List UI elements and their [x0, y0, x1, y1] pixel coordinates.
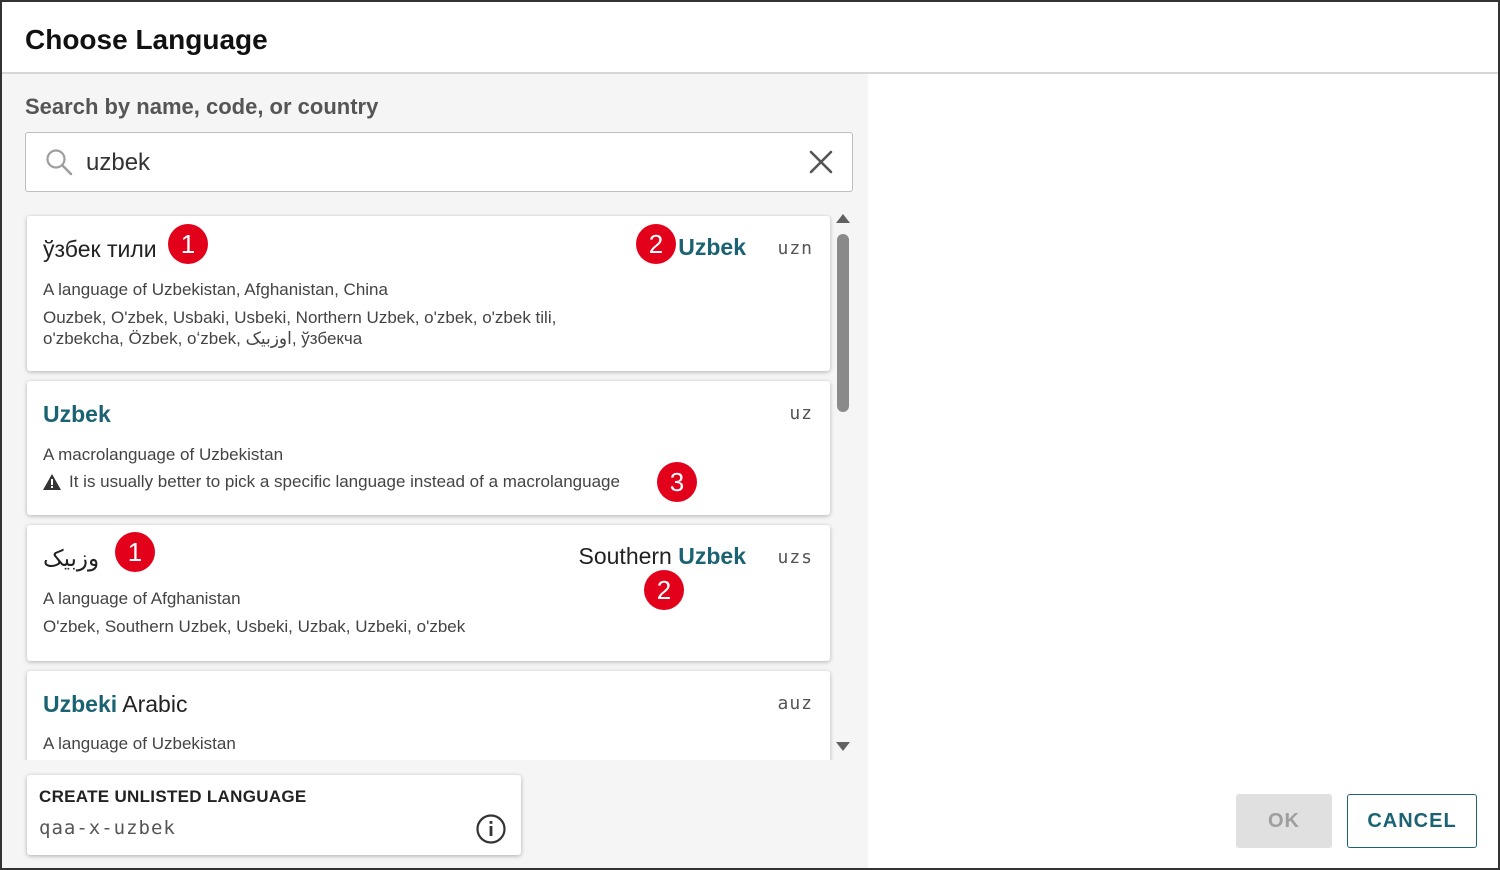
- choose-language-dialog: Choose Language Search by name, code, or…: [0, 0, 1500, 870]
- unlisted-label: CREATE UNLISTED LANGUAGE: [39, 787, 307, 806]
- native-name-suffix: Arabic: [117, 691, 188, 717]
- language-card-uzn[interactable]: ўзбек тили Uzbek uzn A language of Uzbek…: [27, 216, 830, 371]
- annotation-badge: 3: [657, 462, 697, 502]
- scroll-thumb[interactable]: [837, 234, 849, 412]
- native-name: Uzbek: [43, 401, 111, 427]
- annotation-badge: 2: [644, 570, 684, 610]
- search-label: Search by name, code, or country: [25, 94, 379, 119]
- search-input[interactable]: [86, 143, 786, 183]
- language-description: A language of Uzbekistan, Afghanistan, C…: [43, 280, 388, 299]
- alternate-names: Ouzbek, O'zbek, Usbaki, Usbeki, Northern…: [43, 308, 557, 348]
- info-icon[interactable]: [475, 813, 507, 845]
- search-panel: Search by name, code, or country ўзбек т…: [2, 74, 868, 868]
- language-card-uz[interactable]: Uzbek uz A macrolanguage of Uzbekistan I…: [27, 381, 830, 515]
- macrolanguage-warning: It is usually better to pick a specific …: [43, 472, 620, 492]
- language-card-auz[interactable]: Uzbeki Arabic auz A language of Uzbekist…: [27, 671, 830, 760]
- warning-text: It is usually better to pick a specific …: [69, 472, 620, 491]
- language-code: auz: [777, 693, 813, 714]
- cancel-button[interactable]: CANCEL: [1347, 794, 1477, 848]
- results-scrollbar[interactable]: [834, 212, 852, 760]
- scroll-up-arrow-icon[interactable]: [836, 214, 850, 223]
- warning-icon: [43, 474, 61, 490]
- annotation-badge: 2: [636, 224, 676, 264]
- native-name: وزبیک: [43, 545, 100, 571]
- clear-search-icon[interactable]: [808, 149, 834, 175]
- language-code: uzs: [777, 547, 813, 568]
- language-description: A macrolanguage of Uzbekistan: [43, 445, 284, 464]
- english-name: Uzbek: [678, 234, 746, 261]
- annotation-badge: 1: [168, 224, 208, 264]
- language-description: A language of Uzbekistan: [43, 734, 236, 753]
- english-name-prefix: Southern: [578, 543, 679, 569]
- results-list: ўзбек тили Uzbek uzn A language of Uzbek…: [2, 214, 868, 760]
- language-description: A language of Afghanistan: [43, 589, 241, 608]
- native-name: Uzbeki Arabic: [43, 691, 187, 718]
- unlisted-code: qaa-x-uzbek: [39, 817, 176, 839]
- search-icon: [46, 149, 73, 176]
- create-unlisted-language-card[interactable]: CREATE UNLISTED LANGUAGE qaa-x-uzbek: [27, 775, 521, 855]
- search-box[interactable]: [25, 132, 853, 192]
- dialog-title-bar: Choose Language: [2, 2, 1498, 74]
- alternate-names: O'zbek, Southern Uzbek, Usbeki, Uzbak, U…: [43, 617, 466, 636]
- ok-button[interactable]: OK: [1236, 794, 1332, 848]
- english-name: Southern Uzbek: [579, 543, 747, 570]
- english-name-match: Uzbek: [678, 543, 746, 569]
- scroll-down-arrow-icon[interactable]: [836, 742, 850, 751]
- language-code: uz: [789, 403, 813, 424]
- native-name-match: Uzbeki: [43, 691, 118, 717]
- annotation-badge: 1: [115, 532, 155, 572]
- language-code: uzn: [777, 238, 813, 259]
- dialog-title: Choose Language: [25, 24, 268, 55]
- native-name: ўзбек тили: [43, 236, 157, 262]
- english-name-match: Uzbek: [678, 234, 746, 260]
